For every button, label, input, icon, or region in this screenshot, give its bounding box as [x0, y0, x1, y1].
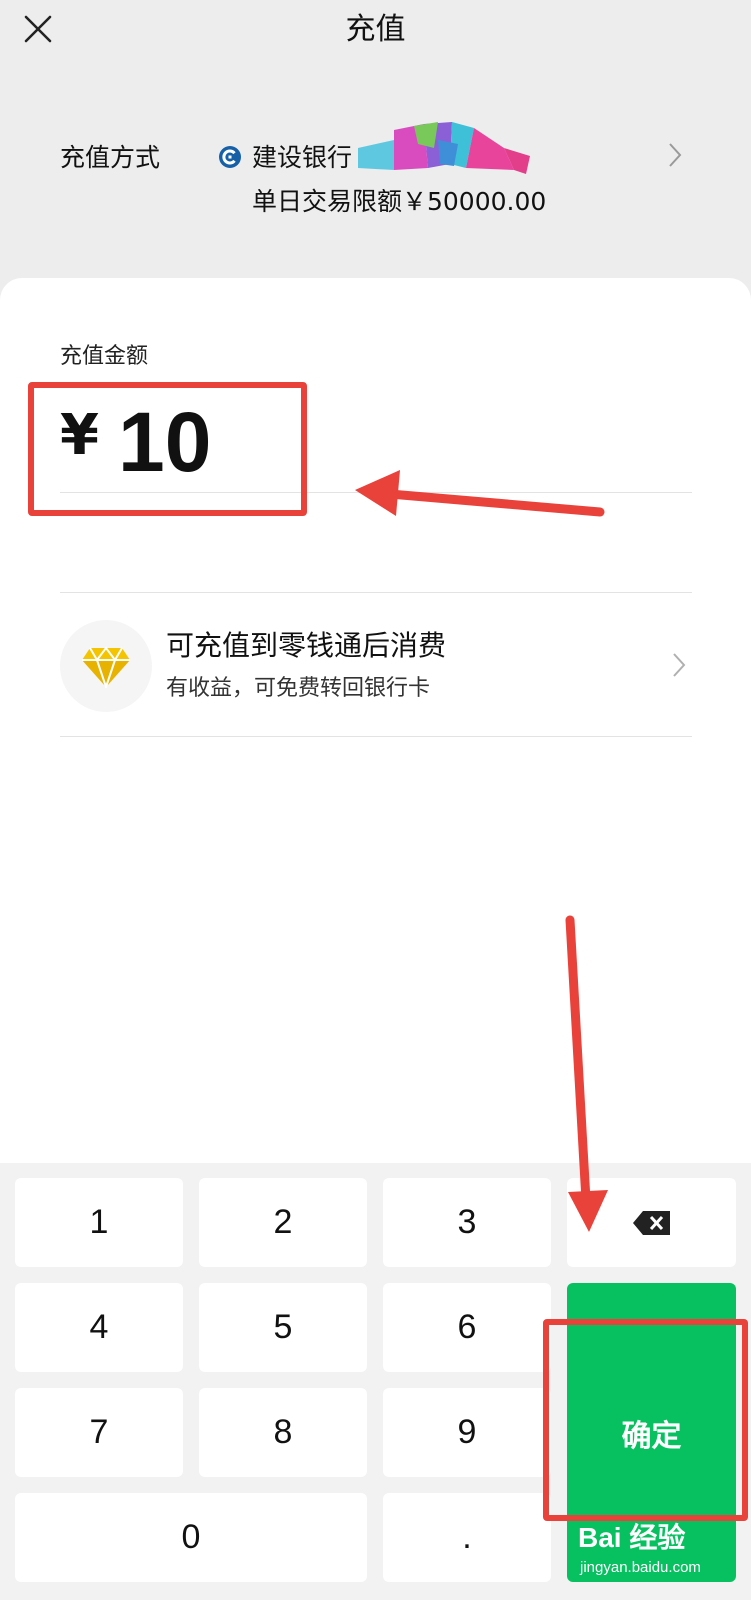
key-4[interactable]: 4: [15, 1283, 183, 1372]
key-2[interactable]: 2: [199, 1178, 367, 1267]
bank-daily-limit: 单日交易限额￥50000.00: [252, 187, 547, 216]
payment-method-label: 充值方式: [60, 143, 161, 172]
key-0[interactable]: 0: [15, 1493, 367, 1582]
annotation-highlight-box: [28, 382, 307, 516]
chevron-right-icon: [673, 653, 686, 677]
key-1[interactable]: 1: [15, 1178, 183, 1267]
watermark-brand: Bai 经验: [578, 1522, 686, 1553]
promo-icon-circle: [60, 620, 152, 712]
backspace-key[interactable]: [567, 1178, 736, 1267]
diamond-icon: [82, 646, 130, 688]
key-6[interactable]: 6: [383, 1283, 551, 1372]
key-5[interactable]: 5: [199, 1283, 367, 1372]
chevron-right-icon: [669, 143, 682, 167]
backspace-icon: [632, 1210, 670, 1235]
amount-label: 充值金额: [60, 344, 149, 369]
key-9[interactable]: 9: [383, 1388, 551, 1477]
page-title: 充值: [345, 12, 406, 47]
divider: [60, 736, 692, 737]
bank-name: 建设银行: [252, 143, 353, 172]
key-3[interactable]: 3: [383, 1178, 551, 1267]
watermark-url: jingyan.baidu.com: [580, 1559, 701, 1576]
key-8[interactable]: 8: [199, 1388, 367, 1477]
key-dot[interactable]: .: [383, 1493, 551, 1582]
annotation-highlight-box: [543, 1319, 748, 1521]
promo-title: 可充值到零钱通后消费: [166, 629, 447, 662]
baidu-jingyan-watermark: Bai 经验 jingyan.baidu.com: [578, 1520, 743, 1586]
key-7[interactable]: 7: [15, 1388, 183, 1477]
promo-subtitle: 有收益，可免费转回银行卡: [166, 676, 431, 701]
ccb-bank-logo-icon: [219, 146, 241, 168]
divider: [60, 592, 692, 593]
